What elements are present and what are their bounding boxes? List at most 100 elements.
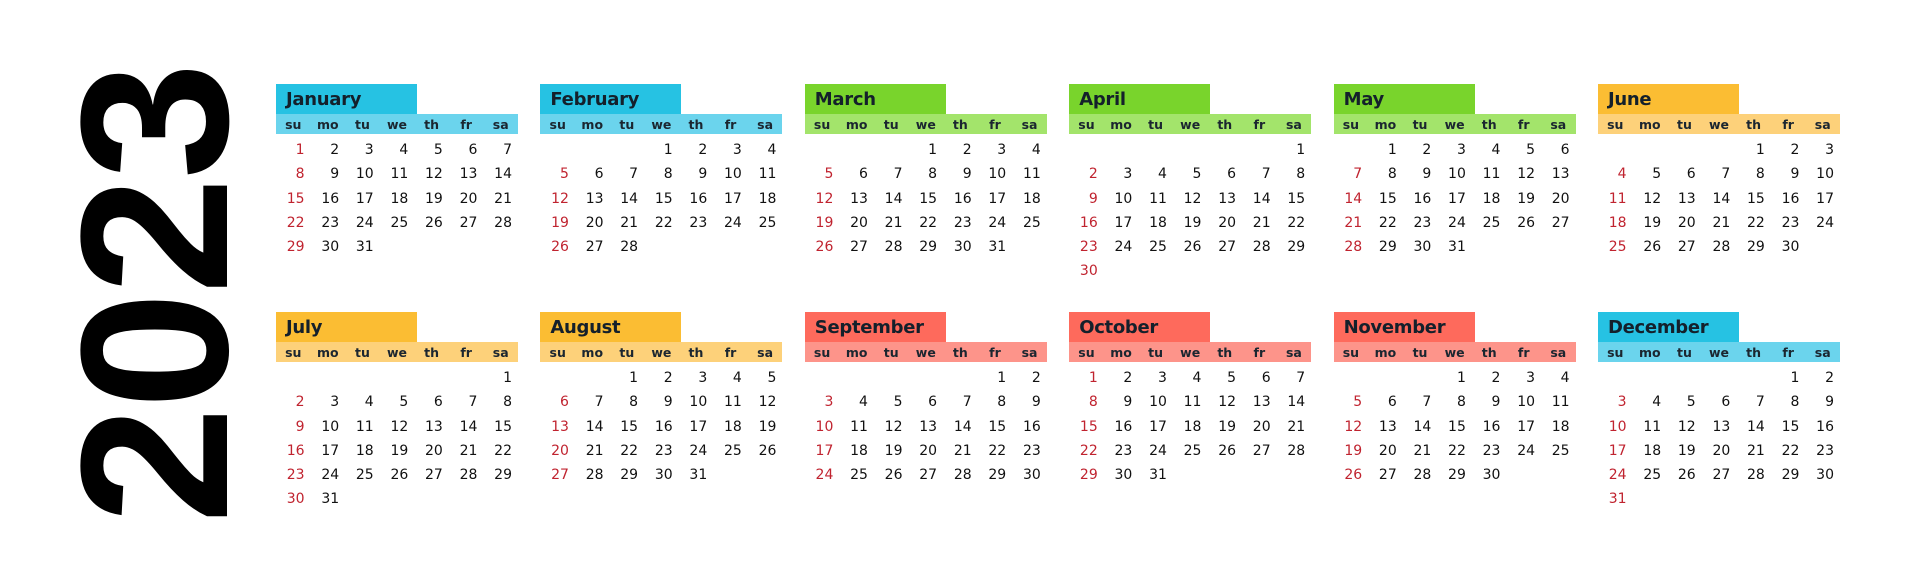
- day-cell: 17: [321, 442, 340, 459]
- day-cell: 25: [1022, 214, 1041, 231]
- day-cell-sunday: 28: [1344, 239, 1363, 256]
- day-cell: 1: [629, 370, 639, 386]
- day-cell: 6: [468, 142, 478, 158]
- day-cell-sunday: 12: [551, 190, 569, 207]
- day-cell: 20: [1551, 190, 1570, 207]
- day-cell: 18: [1183, 418, 1202, 435]
- day-cell: 10: [1149, 394, 1167, 411]
- day-cell: 19: [758, 418, 777, 435]
- day-cell: 1: [663, 142, 673, 158]
- day-cell: 28: [1287, 442, 1306, 459]
- day-cell: 11: [723, 394, 742, 411]
- day-cell-sunday: 22: [1079, 442, 1098, 459]
- weekday-label: we: [1708, 116, 1729, 132]
- day-cell: 17: [723, 190, 742, 207]
- weekday-label: tu: [1148, 116, 1164, 132]
- weekday-label: we: [386, 344, 407, 360]
- day-cell: 1: [997, 370, 1007, 386]
- day-cell: 8: [503, 394, 512, 411]
- day-cell: 7: [503, 142, 512, 158]
- day-cell: 6: [1227, 166, 1237, 183]
- day-cell: 9: [330, 166, 340, 183]
- weekday-label: sa: [1550, 344, 1567, 360]
- weekday-label: mo: [1110, 116, 1132, 132]
- day-cell: 18: [355, 442, 374, 459]
- day-cell: 29: [494, 467, 512, 484]
- day-cell: 2: [1031, 370, 1041, 386]
- day-cell: 13: [459, 166, 478, 183]
- day-cell: 1: [1387, 142, 1397, 158]
- day-cell-sunday: 19: [551, 214, 569, 231]
- day-cell: 28: [884, 239, 903, 256]
- day-cell: 3: [997, 142, 1007, 158]
- day-cell: 26: [425, 214, 443, 231]
- day-cell-sunday: 19: [815, 214, 834, 231]
- day-cell: 27: [1218, 239, 1237, 256]
- day-cell-sunday: 17: [815, 442, 834, 459]
- day-cell-sunday: 10: [1608, 418, 1627, 435]
- day-cell: 23: [689, 214, 708, 231]
- day-cell: 22: [1781, 442, 1800, 459]
- day-cell-sunday: 29: [1079, 467, 1098, 484]
- empty-cell: [1702, 138, 1737, 162]
- day-cell: 25: [1482, 214, 1501, 231]
- day-cell: 23: [1816, 442, 1834, 459]
- day-cell: 22: [494, 442, 512, 459]
- day-cell: 1: [928, 142, 938, 158]
- day-cell-sunday: 6: [560, 394, 569, 411]
- day-cell: 4: [1652, 394, 1662, 411]
- day-cell-sunday: 8: [295, 166, 305, 183]
- day-cell: 28: [1413, 467, 1432, 484]
- day-cell: 28: [494, 214, 512, 231]
- day-cell-sunday: 15: [1079, 418, 1098, 435]
- month-title: December: [1598, 312, 1739, 342]
- day-cell: 28: [1252, 239, 1271, 256]
- day-cell: 3: [698, 370, 708, 386]
- weekday-label: we: [915, 344, 936, 360]
- day-cell-sunday: 17: [1608, 442, 1627, 459]
- weekday-label: th: [1217, 344, 1233, 360]
- day-cell: 17: [1816, 190, 1834, 207]
- day-cell: 23: [1114, 442, 1133, 459]
- day-cell: 27: [1712, 467, 1731, 484]
- day-cell: 27: [1677, 239, 1696, 256]
- day-cell: 4: [1560, 370, 1570, 386]
- day-cell: 20: [1218, 214, 1237, 231]
- empty-cell: [1702, 366, 1737, 390]
- empty-cell: [1207, 138, 1242, 162]
- day-grid: 1 2 3 4 5 6 7 8 9 10 11 12 13 14 15 16 17 18 19 20 21 22 23 24 2…: [276, 366, 518, 512]
- month-january: January su mo tu we th fr sa 1 2 3 4 5 6 7 8 9 10 11 12 13 14…: [276, 84, 518, 259]
- empty-cell: [1667, 138, 1702, 162]
- day-cell: 16: [1022, 418, 1041, 435]
- day-cell: 24: [355, 214, 374, 231]
- day-cell: 16: [321, 190, 340, 207]
- day-cell: 14: [459, 418, 478, 435]
- empty-cell: [575, 366, 610, 390]
- weekday-label: sa: [1285, 344, 1302, 360]
- day-cell: 26: [884, 467, 903, 484]
- weekday-label: tu: [619, 116, 635, 132]
- day-cell: 23: [1413, 214, 1432, 231]
- day-cell: 27: [850, 239, 868, 256]
- weekday-label: mo: [1110, 344, 1132, 360]
- day-cell: 2: [663, 370, 673, 386]
- day-cell: 16: [654, 418, 673, 435]
- day-cell: 29: [620, 467, 639, 484]
- day-cell: 31: [321, 491, 340, 508]
- weekday-label: fr: [1517, 344, 1530, 360]
- day-cell: 13: [919, 418, 938, 435]
- weekday-header: su mo tu we th fr sa: [1069, 342, 1312, 362]
- day-cell: 10: [321, 418, 340, 435]
- day-cell: 11: [758, 166, 777, 183]
- day-cell-sunday: 30: [286, 491, 305, 508]
- day-cell: 26: [1218, 442, 1237, 459]
- day-cell: 6: [1387, 394, 1397, 411]
- empty-cell: [874, 366, 909, 390]
- day-grid: 1 2 3 4 5 6 7 8 9 10 11 12 13 14 15 16 17 18 19 20 21 22 23 24 2…: [1334, 366, 1576, 487]
- day-cell: 12: [1517, 166, 1536, 183]
- day-cell: 7: [1261, 166, 1271, 183]
- weekday-header: su mo tu we th fr sa: [1598, 114, 1840, 134]
- day-cell: 23: [1781, 214, 1800, 231]
- day-cell: 12: [390, 418, 409, 435]
- day-cell: 27: [459, 214, 478, 231]
